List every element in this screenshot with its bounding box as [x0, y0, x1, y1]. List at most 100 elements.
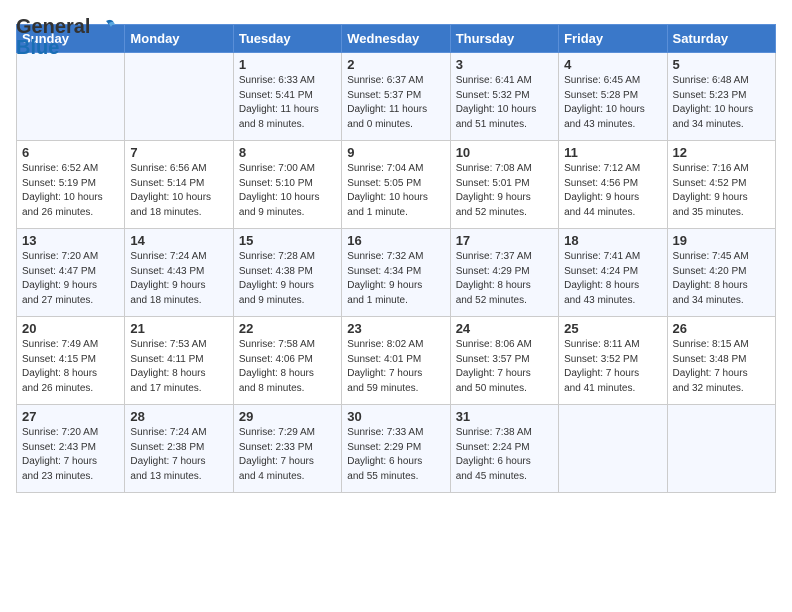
calendar-day-9: 9 Sunrise: 7:04 AM Sunset: 5:05 PM Daylig…: [342, 141, 450, 229]
day-info: Sunrise: 8:02 AM Sunset: 4:01 PM Dayligh…: [347, 338, 444, 396]
day-info: Sunrise: 7:12 AM Sunset: 4:56 PM Dayligh…: [564, 162, 661, 220]
day-number: 8: [239, 145, 336, 160]
calendar-day-14: 14 Sunrise: 7:24 AM Sunset: 4:43 PM Dayli…: [125, 229, 233, 317]
day-info: Sunrise: 7:33 AM Sunset: 2:29 PM Dayligh…: [347, 426, 444, 484]
calendar-day-11: 11 Sunrise: 7:12 AM Sunset: 4:56 PM Dayli…: [559, 141, 667, 229]
day-number: 14: [130, 233, 227, 248]
day-number: 1: [239, 57, 336, 72]
day-info: Sunrise: 7:04 AM Sunset: 5:05 PM Dayligh…: [347, 162, 444, 220]
calendar-day-3: 3 Sunrise: 6:41 AM Sunset: 5:32 PM Daylig…: [450, 53, 558, 141]
calendar-week-row: 20 Sunrise: 7:49 AM Sunset: 4:15 PM Dayli…: [17, 317, 776, 405]
calendar-week-row: 27 Sunrise: 7:20 AM Sunset: 2:43 PM Dayli…: [17, 405, 776, 493]
logo-container: General Blue: [16, 16, 116, 60]
calendar-day-25: 25 Sunrise: 8:11 AM Sunset: 3:52 PM Dayli…: [559, 317, 667, 405]
day-info: Sunrise: 6:56 AM Sunset: 5:14 PM Dayligh…: [130, 162, 227, 220]
day-number: 15: [239, 233, 336, 248]
day-info: Sunrise: 6:41 AM Sunset: 5:32 PM Dayligh…: [456, 74, 553, 132]
calendar-day-10: 10 Sunrise: 7:08 AM Sunset: 5:01 PM Dayli…: [450, 141, 558, 229]
calendar-week-row: 1 Sunrise: 6:33 AM Sunset: 5:41 PM Daylig…: [17, 53, 776, 141]
day-info: Sunrise: 8:06 AM Sunset: 3:57 PM Dayligh…: [456, 338, 553, 396]
calendar-day-17: 17 Sunrise: 7:37 AM Sunset: 4:29 PM Dayli…: [450, 229, 558, 317]
calendar-day-30: 30 Sunrise: 7:33 AM Sunset: 2:29 PM Dayli…: [342, 405, 450, 493]
day-info: Sunrise: 8:11 AM Sunset: 3:52 PM Dayligh…: [564, 338, 661, 396]
calendar-day-21: 21Sunrise: 7:53 AM Sunset: 4:11 PM Dayli…: [125, 317, 233, 405]
calendar-day-19: 19Sunrise: 7:45 AM Sunset: 4:20 PM Dayli…: [667, 229, 775, 317]
day-number: 28: [130, 409, 227, 424]
calendar-day-26: 26Sunrise: 8:15 AM Sunset: 3:48 PM Dayli…: [667, 317, 775, 405]
day-info: Sunrise: 6:37 AM Sunset: 5:37 PM Dayligh…: [347, 74, 444, 132]
day-number: 7: [130, 145, 227, 160]
calendar-day-empty: [559, 405, 667, 493]
header-tuesday: Tuesday: [233, 25, 341, 53]
day-info: Sunrise: 7:20 AM Sunset: 2:43 PM Dayligh…: [22, 426, 119, 484]
day-number: 6: [22, 145, 119, 160]
calendar-day-empty: [17, 53, 125, 141]
day-number: 10: [456, 145, 553, 160]
day-number: 19: [673, 233, 770, 248]
day-number: 3: [456, 57, 553, 72]
logo-bird-svg: [92, 18, 116, 38]
day-info: Sunrise: 6:33 AM Sunset: 5:41 PM Dayligh…: [239, 74, 336, 132]
calendar-day-4: 4 Sunrise: 6:45 AM Sunset: 5:28 PM Daylig…: [559, 53, 667, 141]
day-info: Sunrise: 7:28 AM Sunset: 4:38 PM Dayligh…: [239, 250, 336, 308]
day-number: 29: [239, 409, 336, 424]
calendar-day-20: 20 Sunrise: 7:49 AM Sunset: 4:15 PM Dayli…: [17, 317, 125, 405]
day-info: Sunrise: 7:37 AM Sunset: 4:29 PM Dayligh…: [456, 250, 553, 308]
calendar-header-row: SundayMondayTuesdayWednesdayThursdayFrid…: [17, 25, 776, 53]
calendar-day-18: 18 Sunrise: 7:41 AM Sunset: 4:24 PM Dayli…: [559, 229, 667, 317]
calendar-day-6: 6 Sunrise: 6:52 AM Sunset: 5:19 PM Daylig…: [17, 141, 125, 229]
header-saturday: Saturday: [667, 25, 775, 53]
day-info: Sunrise: 7:58 AM Sunset: 4:06 PM Dayligh…: [239, 338, 336, 396]
day-number: 4: [564, 57, 661, 72]
day-info: Sunrise: 7:32 AM Sunset: 4:34 PM Dayligh…: [347, 250, 444, 308]
calendar-day-13: 13 Sunrise: 7:20 AM Sunset: 4:47 PM Dayli…: [17, 229, 125, 317]
day-info: Sunrise: 6:48 AM Sunset: 5:23 PM Dayligh…: [673, 74, 770, 132]
day-info: Sunrise: 6:52 AM Sunset: 5:19 PM Dayligh…: [22, 162, 119, 220]
calendar-day-22: 22 Sunrise: 7:58 AM Sunset: 4:06 PM Dayli…: [233, 317, 341, 405]
header-friday: Friday: [559, 25, 667, 53]
calendar-day-27: 27 Sunrise: 7:20 AM Sunset: 2:43 PM Dayli…: [17, 405, 125, 493]
day-number: 13: [22, 233, 119, 248]
day-number: 31: [456, 409, 553, 424]
day-number: 11: [564, 145, 661, 160]
logo-general-text: General: [16, 16, 90, 39]
day-number: 25: [564, 321, 661, 336]
day-info: Sunrise: 7:20 AM Sunset: 4:47 PM Dayligh…: [22, 250, 119, 308]
calendar-day-5: 5 Sunrise: 6:48 AM Sunset: 5:23 PM Daylig…: [667, 53, 775, 141]
calendar-day-16: 16Sunrise: 7:32 AM Sunset: 4:34 PM Dayli…: [342, 229, 450, 317]
calendar-day-24: 24 Sunrise: 8:06 AM Sunset: 3:57 PM Dayli…: [450, 317, 558, 405]
day-info: Sunrise: 7:24 AM Sunset: 4:43 PM Dayligh…: [130, 250, 227, 308]
logo-inner: General: [16, 16, 116, 39]
day-number: 30: [347, 409, 444, 424]
day-info: Sunrise: 7:38 AM Sunset: 2:24 PM Dayligh…: [456, 426, 553, 484]
calendar-day-31: 31 Sunrise: 7:38 AM Sunset: 2:24 PM Dayli…: [450, 405, 558, 493]
day-number: 20: [22, 321, 119, 336]
calendar-day-23: 23 Sunrise: 8:02 AM Sunset: 4:01 PM Dayli…: [342, 317, 450, 405]
calendar-day-empty: [667, 405, 775, 493]
day-number: 23: [347, 321, 444, 336]
day-number: 17: [456, 233, 553, 248]
calendar-table: SundayMondayTuesdayWednesdayThursdayFrid…: [16, 24, 776, 493]
calendar-day-empty: [125, 53, 233, 141]
day-number: 22: [239, 321, 336, 336]
calendar-week-row: 13 Sunrise: 7:20 AM Sunset: 4:47 PM Dayli…: [17, 229, 776, 317]
day-number: 12: [673, 145, 770, 160]
calendar-day-7: 7 Sunrise: 6:56 AM Sunset: 5:14 PM Daylig…: [125, 141, 233, 229]
day-info: Sunrise: 7:49 AM Sunset: 4:15 PM Dayligh…: [22, 338, 119, 396]
day-number: 26: [673, 321, 770, 336]
day-info: Sunrise: 7:08 AM Sunset: 5:01 PM Dayligh…: [456, 162, 553, 220]
day-number: 27: [22, 409, 119, 424]
day-number: 2: [347, 57, 444, 72]
header-monday: Monday: [125, 25, 233, 53]
calendar-day-15: 15 Sunrise: 7:28 AM Sunset: 4:38 PM Dayli…: [233, 229, 341, 317]
day-info: Sunrise: 7:41 AM Sunset: 4:24 PM Dayligh…: [564, 250, 661, 308]
day-info: Sunrise: 7:24 AM Sunset: 2:38 PM Dayligh…: [130, 426, 227, 484]
calendar-day-28: 28 Sunrise: 7:24 AM Sunset: 2:38 PM Dayli…: [125, 405, 233, 493]
day-info: Sunrise: 7:16 AM Sunset: 4:52 PM Dayligh…: [673, 162, 770, 220]
day-info: Sunrise: 6:45 AM Sunset: 5:28 PM Dayligh…: [564, 74, 661, 132]
day-number: 9: [347, 145, 444, 160]
day-number: 24: [456, 321, 553, 336]
day-number: 18: [564, 233, 661, 248]
day-number: 21: [130, 321, 227, 336]
day-number: 5: [673, 57, 770, 72]
